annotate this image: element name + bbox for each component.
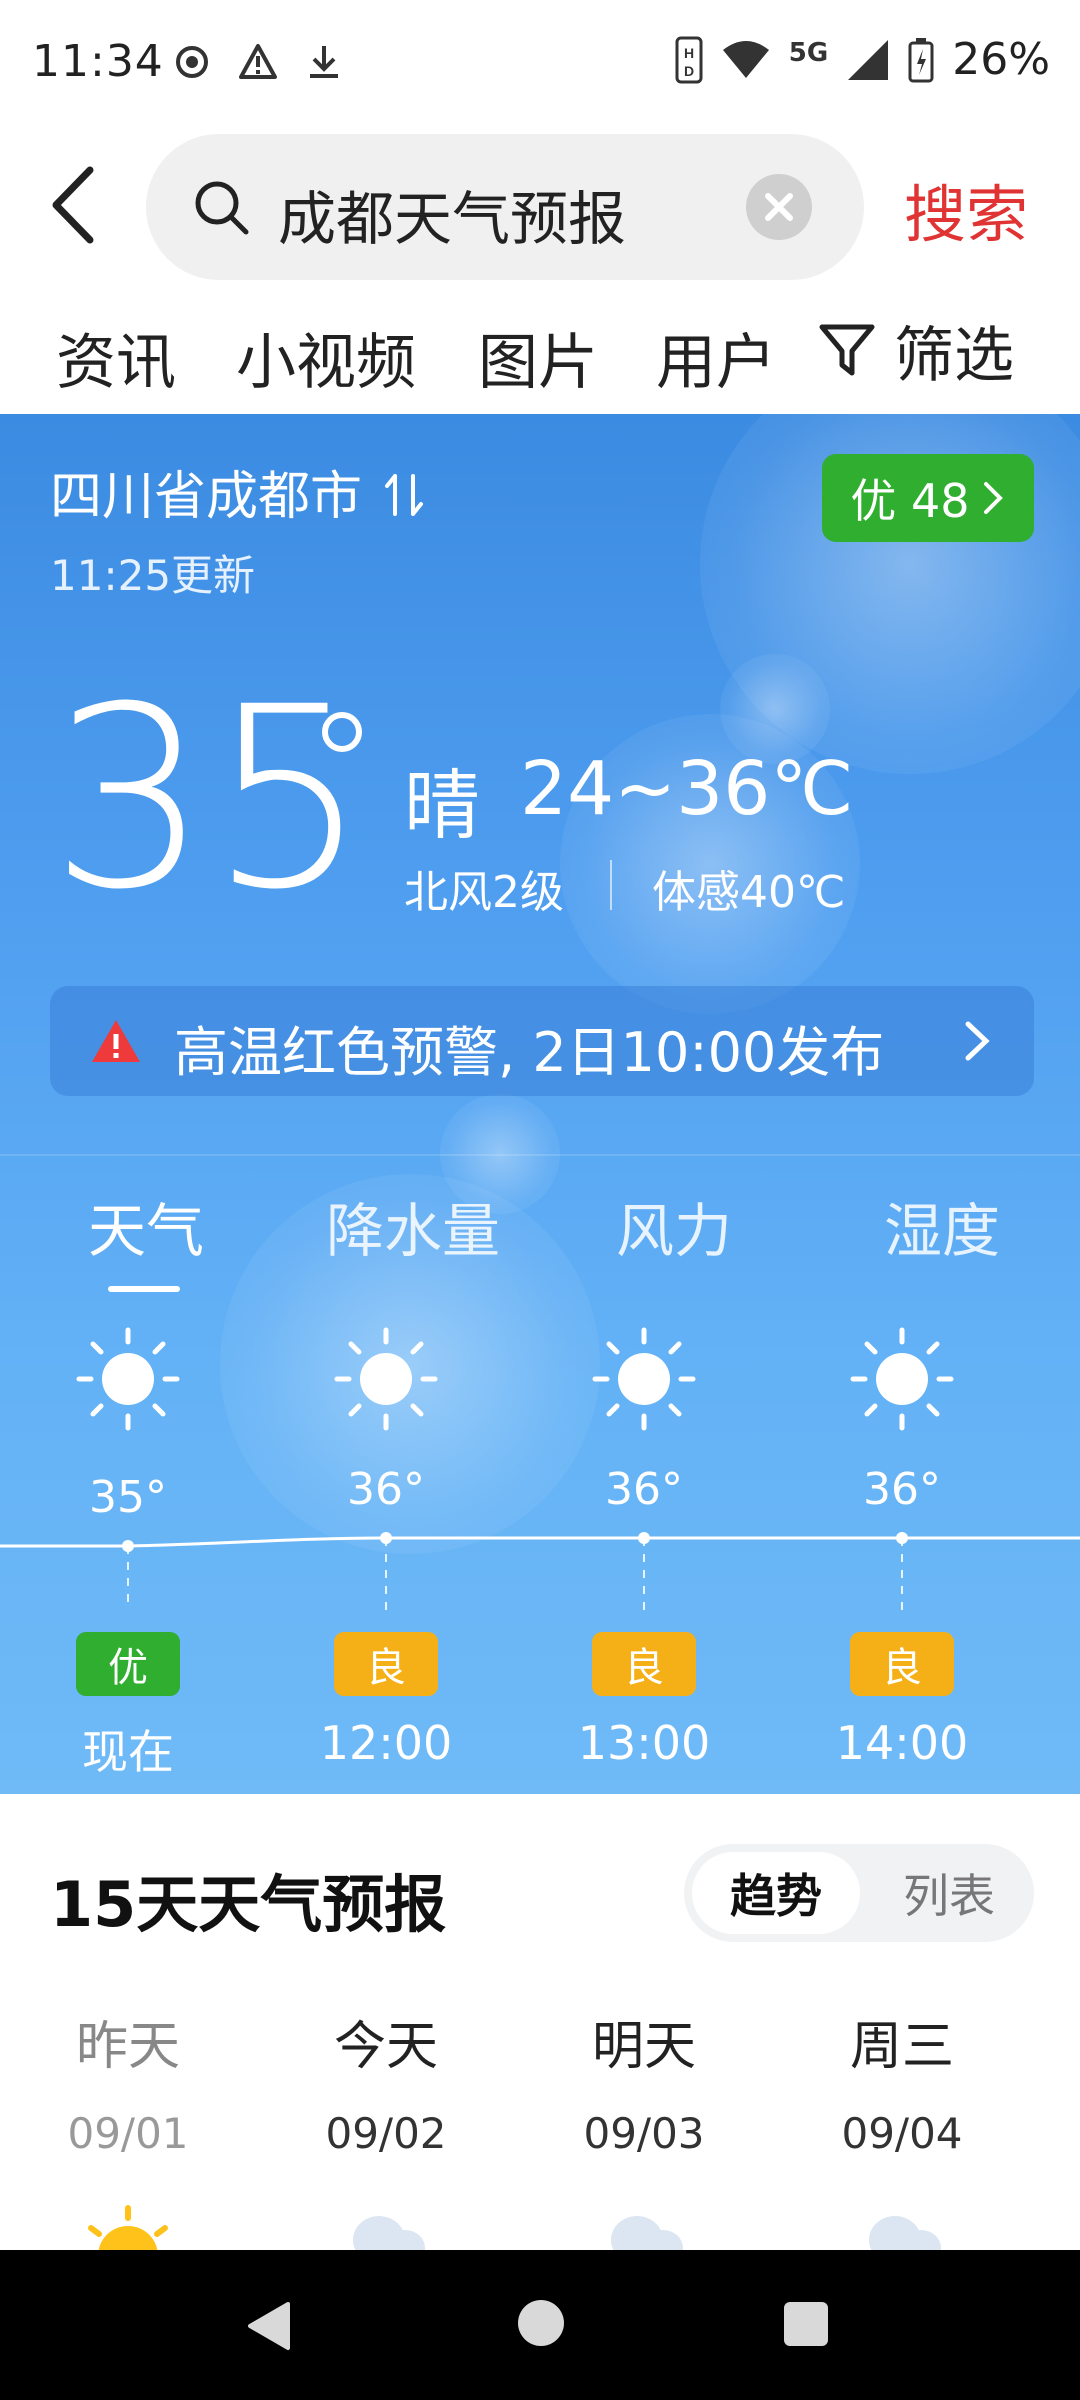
tab-images[interactable]: 图片: [478, 314, 598, 401]
record-icon: [176, 46, 208, 78]
fifteen-day-forecast: 15天天气预报 趋势 列表 昨天 09/01 今天 09/02 明天 09/03…: [0, 1794, 1080, 2274]
status-bar: 11:34 H D 5G 26%: [0, 0, 1080, 132]
screen: 11:34 H D 5G 26% 成都天气预报 搜索 资讯 小视频 图片 用户 …: [0, 0, 1080, 2400]
sun-icon: [592, 1327, 696, 1431]
search-input[interactable]: 成都天气预报: [146, 134, 864, 280]
hour-label: 14:00: [835, 1716, 969, 1770]
day-date: 09/04: [841, 2109, 963, 2158]
sun-icon: [850, 1327, 954, 1431]
nav-back-button[interactable]: [244, 2300, 292, 2352]
weather-card[interactable]: 四川省成都市 11:25更新 优 48 35 晴 24~36℃ 北风2级 体感4…: [0, 414, 1080, 1794]
day-date: 09/01: [67, 2109, 189, 2158]
network-type: 5G: [788, 37, 829, 68]
hour-label: 12:00: [319, 1716, 453, 1770]
day-name: 今天: [333, 2017, 438, 2077]
download-icon: [310, 46, 338, 78]
filter-button[interactable]: 筛选: [806, 310, 1014, 391]
close-icon: [765, 193, 793, 221]
nav-recents-button[interactable]: [784, 2302, 828, 2346]
hour-label: 现在: [82, 1725, 174, 1779]
day-name: 周三: [849, 2017, 954, 2077]
forecast-title: 15天天气预报: [50, 1868, 447, 1941]
signal-icon: [848, 39, 889, 80]
aqi-badge: 良: [592, 1632, 696, 1696]
sun-icon: [76, 1327, 180, 1431]
aqi-badge: 优: [76, 1632, 180, 1696]
day-item[interactable]: 今天 09/02: [286, 2004, 486, 2274]
hour-temperature: 36°: [347, 1464, 425, 1515]
day-item[interactable]: 昨天 09/01: [28, 2004, 228, 2274]
svg-text:H: H: [684, 45, 694, 61]
hour-temperature: 35°: [89, 1472, 167, 1523]
temperature-trend-line: [0, 1532, 1080, 1610]
day-name: 明天: [591, 2017, 696, 2077]
hour-label: 13:00: [577, 1716, 711, 1770]
funnel-icon: [819, 324, 875, 376]
view-trend-button[interactable]: 趋势: [692, 1852, 860, 1934]
svg-text:D: D: [684, 63, 694, 79]
tab-news[interactable]: 资讯: [56, 314, 176, 401]
system-navigation-bar: [0, 2250, 1080, 2400]
sun-icon: [334, 1327, 438, 1431]
status-time: 11:34: [32, 36, 164, 87]
clear-search-button[interactable]: [746, 174, 812, 240]
view-toggle: 趋势 列表: [684, 1844, 1034, 1942]
search-submit-button[interactable]: 搜索: [904, 164, 1028, 254]
warning-icon: [239, 44, 277, 79]
day-item[interactable]: 周三 09/04: [802, 2004, 1002, 2274]
day-item[interactable]: 明天 09/03: [544, 2004, 744, 2274]
day-date: 09/02: [325, 2109, 447, 2158]
search-query[interactable]: 成都天气预报: [278, 172, 626, 256]
tab-users[interactable]: 用户: [656, 314, 776, 401]
view-list-button[interactable]: 列表: [874, 1852, 1024, 1934]
filter-label: 筛选: [894, 320, 1014, 391]
aqi-badge: 良: [334, 1632, 438, 1696]
filter-tabs: 资讯 小视频 图片 用户 筛选: [0, 300, 1080, 412]
aqi-badge: 良: [850, 1632, 954, 1696]
status-system-icons: H D 5G 26%: [675, 34, 1050, 85]
day-name: 昨天: [75, 2017, 180, 2077]
nav-home-button[interactable]: [518, 2300, 564, 2346]
hd-icon: H D: [675, 36, 703, 83]
search-icon: [195, 181, 249, 235]
status-notification-icons: [172, 42, 344, 82]
back-button[interactable]: [40, 160, 110, 250]
day-date: 09/03: [583, 2109, 705, 2158]
hour-temperature: 36°: [863, 1464, 941, 1515]
hour-temperature: 36°: [605, 1464, 683, 1515]
battery-level: 26%: [952, 34, 1050, 85]
wifi-icon: [722, 40, 769, 78]
battery-icon: [908, 37, 934, 82]
tab-short-video[interactable]: 小视频: [236, 314, 416, 401]
